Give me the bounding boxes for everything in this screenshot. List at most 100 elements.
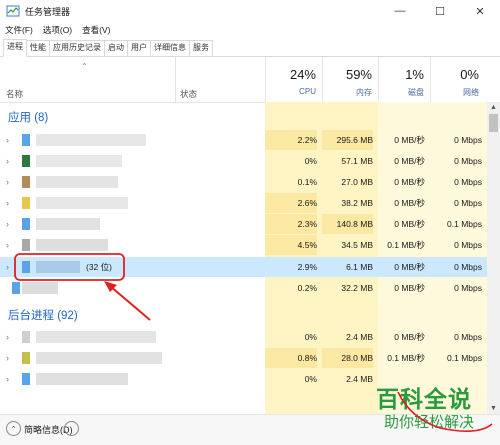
minimize-button[interactable]: —	[380, 0, 420, 22]
disk-value: 0 MB/秒	[394, 332, 425, 342]
process-row[interactable]: › 2.6% 38.2 MB 0 MB/秒 0 Mbps	[0, 193, 487, 213]
menu-bar: 文件(F) 选项(O) 查看(V)	[0, 22, 115, 38]
chevron-right-icon[interactable]: ›	[6, 240, 9, 250]
app-icon	[22, 239, 30, 251]
menu-options[interactable]: 选项(O)	[38, 24, 77, 36]
chevron-right-icon[interactable]: ›	[6, 353, 9, 363]
memory-value: 38.2 MB	[341, 198, 373, 208]
chevron-right-icon[interactable]: ›	[6, 262, 9, 272]
circle-icon[interactable]	[64, 421, 79, 436]
cpu-value: 0.8%	[265, 348, 317, 368]
column-network[interactable]: 网络	[419, 87, 479, 98]
close-button[interactable]: ✕	[460, 0, 500, 22]
process-row[interactable]: › 0.8% 28.0 MB 0.1 MB/秒 0.1 Mbps	[0, 348, 487, 368]
app-icon	[22, 373, 30, 385]
cpu-value: 0%	[304, 156, 317, 166]
memory-value: 34.5 MB	[341, 240, 373, 250]
memory-value: 28.0 MB	[322, 348, 373, 368]
process-row[interactable]: › 0% 57.1 MB 0 MB/秒 0 Mbps	[0, 151, 487, 171]
process-row-selected[interactable]: › (32 位) 2.9% 6.1 MB 0 MB/秒 0 Mbps	[0, 257, 487, 277]
memory-value: 57.1 MB	[341, 156, 373, 166]
blurred-name	[36, 218, 100, 230]
cpu-value: 2.9%	[297, 262, 317, 272]
menu-view[interactable]: 查看(V)	[77, 24, 115, 36]
memory-value: 2.4 MB	[346, 332, 373, 342]
memory-value: 140.8 MB	[322, 214, 373, 234]
chevron-up-icon[interactable]: ⌃	[6, 421, 21, 436]
cpu-value: 0.1%	[297, 177, 317, 187]
disk-value: 0 MB/秒	[394, 177, 425, 187]
network-value: 0 Mbps	[454, 332, 482, 342]
chevron-right-icon[interactable]: ›	[6, 374, 9, 384]
chevron-right-icon[interactable]: ›	[6, 219, 9, 229]
column-cpu[interactable]: CPU	[256, 87, 316, 96]
app-icon	[22, 134, 30, 146]
chevron-right-icon[interactable]: ›	[6, 135, 9, 145]
process-row[interactable]: › 2.2% 295.6 MB 0 MB/秒 0 Mbps	[0, 130, 487, 150]
blurred-name	[36, 239, 108, 251]
memory-value: 295.6 MB	[322, 130, 373, 150]
sort-caret-icon[interactable]: ⌃	[81, 62, 88, 71]
tab-performance[interactable]: 性能	[26, 40, 50, 56]
cpu-value: 0.2%	[297, 283, 317, 293]
network-value: 0 Mbps	[454, 283, 482, 293]
network-value: 0.1 Mbps	[447, 353, 482, 363]
process-row[interactable]: 0.2% 32.2 MB 0 MB/秒 0 Mbps	[0, 278, 487, 298]
tab-details[interactable]: 详细信息	[150, 40, 190, 56]
scroll-thumb[interactable]	[489, 114, 498, 132]
cpu-value: 4.5%	[265, 235, 317, 255]
tab-app-history[interactable]: 应用历史记录	[49, 40, 105, 56]
network-value: 0 Mbps	[454, 198, 482, 208]
watermark-logo: 百科全说 助你轻松解决	[370, 380, 498, 440]
column-memory[interactable]: 内存	[312, 87, 372, 98]
network-total[interactable]: 0%	[419, 67, 479, 82]
chevron-right-icon[interactable]: ›	[6, 156, 9, 166]
process-row[interactable]: › 2.3% 140.8 MB 0 MB/秒 0.1 Mbps	[0, 214, 487, 234]
blurred-name	[36, 373, 128, 385]
tab-startup[interactable]: 启动	[104, 40, 128, 56]
tab-strip: 进程 性能 应用历史记录 启动 用户 详细信息 服务	[0, 39, 500, 57]
app-icon	[22, 218, 30, 230]
disk-value: 0 MB/秒	[394, 156, 425, 166]
chevron-right-icon[interactable]: ›	[6, 177, 9, 187]
disk-value: 0.1 MB/秒	[387, 353, 425, 363]
group-background[interactable]: 后台进程 (92)	[8, 307, 78, 323]
app-icon	[12, 282, 20, 294]
blurred-name	[36, 176, 118, 188]
maximize-button[interactable]: ☐	[420, 0, 460, 22]
vertical-scrollbar[interactable]: ▲ ▼	[487, 102, 500, 414]
blurred-name	[22, 282, 58, 294]
cpu-value: 2.3%	[265, 214, 317, 234]
memory-value: 32.2 MB	[341, 283, 373, 293]
watermark-main-text: 百科全说	[376, 387, 472, 413]
app-icon	[22, 197, 30, 209]
process-row[interactable]: › 0.1% 27.0 MB 0 MB/秒 0 Mbps	[0, 172, 487, 192]
network-value: 0 Mbps	[454, 135, 482, 145]
cpu-value: 2.6%	[265, 193, 317, 213]
process-row[interactable]: › 0% 2.4 MB 0 MB/秒 0 Mbps	[0, 327, 487, 347]
task-manager-icon	[6, 4, 20, 18]
memory-value: 6.1 MB	[346, 262, 373, 272]
group-apps[interactable]: 应用 (8)	[8, 109, 48, 125]
column-name[interactable]: 名称	[6, 88, 23, 100]
tab-users[interactable]: 用户	[127, 40, 151, 56]
disk-value: 0.1 MB/秒	[387, 240, 425, 250]
cpu-value: 0%	[304, 374, 317, 384]
cpu-value: 0%	[304, 332, 317, 342]
memory-total[interactable]: 59%	[312, 67, 372, 82]
tab-services[interactable]: 服务	[189, 40, 213, 56]
column-disk[interactable]: 磁盘	[364, 87, 424, 98]
process-bitness: (32 位)	[86, 262, 112, 272]
tab-processes[interactable]: 进程	[3, 39, 27, 57]
network-value: 0 Mbps	[454, 156, 482, 166]
chevron-right-icon[interactable]: ›	[6, 332, 9, 342]
column-status[interactable]: 状态	[180, 88, 197, 100]
disk-value: 0 MB/秒	[394, 262, 425, 272]
menu-file[interactable]: 文件(F)	[0, 24, 38, 36]
disk-total[interactable]: 1%	[364, 67, 424, 82]
chevron-right-icon[interactable]: ›	[6, 198, 9, 208]
scroll-up-icon[interactable]: ▲	[487, 104, 500, 111]
process-row[interactable]: › 4.5% 34.5 MB 0.1 MB/秒 0 Mbps	[0, 235, 487, 255]
blurred-name	[36, 352, 162, 364]
cpu-total[interactable]: 24%	[256, 67, 316, 82]
